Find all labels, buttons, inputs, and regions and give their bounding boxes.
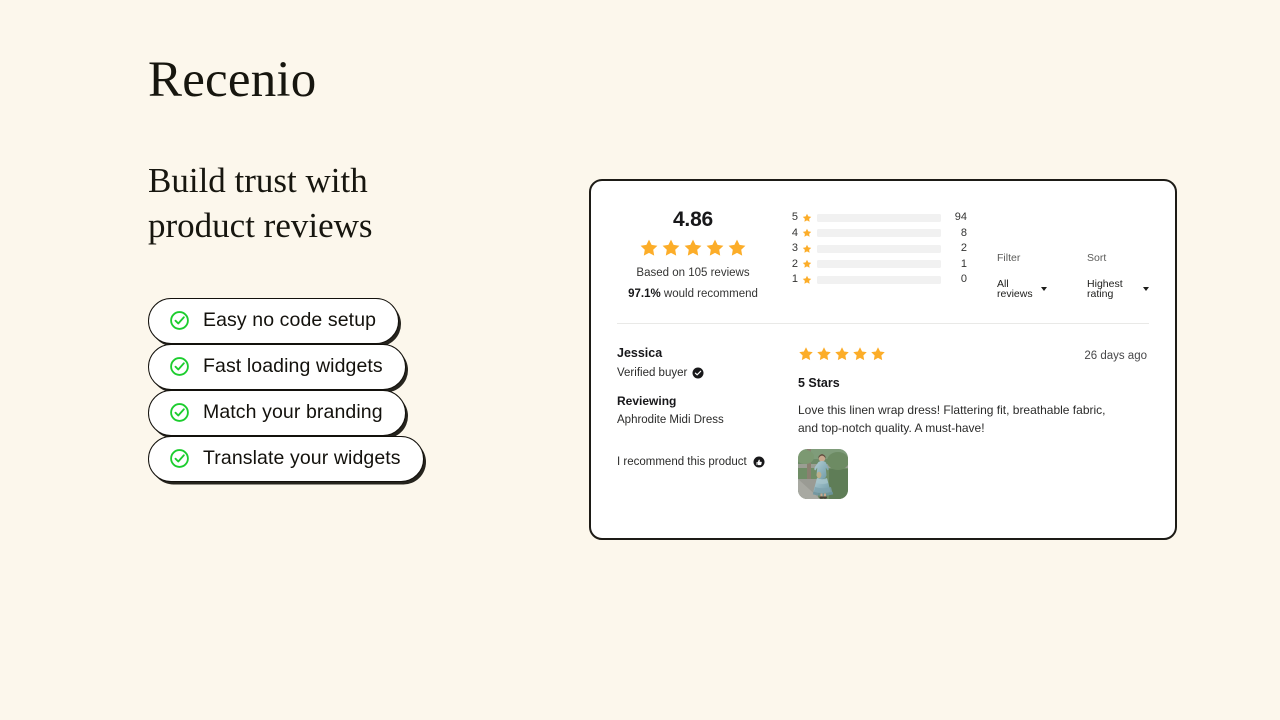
review-rating-stars [798,346,886,362]
star-icon [852,346,868,362]
review-date: 26 days ago [1084,349,1147,362]
histogram-star-label: 5 [791,211,798,224]
histogram-bar-track [817,229,941,238]
histogram-star-label: 4 [791,226,798,239]
recommend-percent-value: 97.1% [628,287,661,300]
brand-title: Recenio [148,52,317,108]
feature-pill-row: Fast loading widgets [148,344,424,390]
histogram-row-5[interactable]: 5 94 [789,210,967,226]
star-icon [802,213,812,223]
average-score-block: 4.86 Based on 105 reviews 97.1% would re… [617,208,769,302]
sort-dropdown-value: Highest rating [1087,277,1123,300]
sort-dropdown[interactable]: Highest rating [1087,277,1149,300]
histogram-bar-track [817,244,941,253]
recommend-percent-text: 97.1% would recommend [617,287,769,302]
recommend-label: I recommend this product [617,456,747,469]
thumbs-up-icon [753,456,765,468]
sort-label: Sort [1087,252,1107,264]
histogram-count: 2 [960,242,967,255]
check-circle-icon [169,402,190,423]
verified-buyer-row: Verified buyer [617,366,789,380]
star-icon [639,238,659,258]
verified-badge-icon [692,367,704,379]
histogram-star-label: 3 [791,242,798,255]
rating-summary: 4.86 Based on 105 reviews 97.1% would re… [591,181,1175,302]
histogram-star-label: 1 [791,273,798,286]
filter-dropdown[interactable]: All reviews [997,277,1048,300]
histogram-star-label: 2 [791,257,798,270]
reviewing-label: Reviewing [617,393,677,408]
average-score-stars [617,238,769,258]
review-body: Love this linen wrap dress! Flattering f… [798,403,1106,435]
review-content: 26 days ago 5 Stars Love this linen wrap… [789,346,1149,499]
histogram-row-1[interactable]: 1 0 [789,272,967,288]
marketing-panel: Recenio Build trust with product reviews… [148,52,568,482]
reviewer-info: Jessica Verified buyer Reviewing Aphrodi… [617,346,789,499]
star-icon [834,346,850,362]
histogram-bar-track [817,260,941,269]
star-icon [802,244,812,254]
review-item: Jessica Verified buyer Reviewing Aphrodi… [591,324,1175,499]
star-icon [798,346,814,362]
histogram-count: 1 [960,257,967,270]
histogram-count: 8 [960,226,967,239]
histogram-row-4[interactable]: 4 8 [789,226,967,242]
feature-pill-easy-no-code-setup[interactable]: Easy no code setup [148,298,400,344]
feature-pill-fast-loading-widgets[interactable]: Fast loading widgets [148,344,406,390]
verified-buyer-label: Verified buyer [617,366,688,379]
star-icon [683,238,703,258]
feature-pill-row: Easy no code setup [148,298,424,344]
feature-pill-label: Match your branding [203,400,383,423]
recommend-row: I recommend this product [617,455,789,469]
chevron-down-icon [1143,287,1149,291]
histogram-count: 0 [960,273,967,286]
average-score-value: 4.86 [672,208,714,231]
star-icon [802,259,812,269]
reviewed-product-name[interactable]: Aphrodite Midi Dress [617,413,789,427]
review-photo-thumbnail[interactable] [798,449,848,499]
sort-control: Sort Highest rating [1087,253,1149,300]
reviewer-name: Jessica [617,345,663,360]
feature-pill-match-your-branding[interactable]: Match your branding [148,390,406,436]
check-circle-icon [169,356,190,377]
star-icon [661,238,681,258]
page-headline: Build trust with product reviews [148,161,373,245]
review-widget-card: 4.86 Based on 105 reviews 97.1% would re… [589,179,1177,540]
star-icon [705,238,725,258]
feature-pill-label: Easy no code setup [203,308,377,331]
star-icon [870,346,886,362]
feature-pill-list: Easy no code setup Fast loading widgets [148,298,424,482]
histogram-count: 94 [954,211,967,224]
review-count-text: Based on 105 reviews [636,267,750,279]
recommend-percent-label: would recommend [663,287,758,300]
star-icon [816,346,832,362]
star-icon [802,275,812,285]
filter-control: Filter All reviews [997,252,1048,300]
check-circle-icon [169,310,190,331]
histogram-bar-track [817,275,941,284]
rating-histogram: 5 94 4 8 3 2 2 1 1 0 [789,208,967,288]
review-title: 5 Stars [798,376,840,391]
check-circle-icon [169,448,190,469]
review-header: 26 days ago [798,346,1149,363]
star-icon [802,228,812,238]
feature-pill-translate-your-widgets[interactable]: Translate your widgets [148,436,424,482]
feature-pill-row: Match your branding [148,390,424,436]
feature-pill-row: Translate your widgets [148,436,424,482]
feature-pill-label: Fast loading widgets [203,354,383,377]
feature-pill-label: Translate your widgets [203,446,401,469]
review-controls: Filter All reviews Sort Highest rating [967,208,1149,300]
histogram-row-2[interactable]: 2 1 [789,257,967,273]
histogram-row-3[interactable]: 3 2 [789,241,967,257]
filter-dropdown-value: All reviews [997,277,1033,300]
histogram-bar-track [817,213,941,222]
star-icon [727,238,747,258]
chevron-down-icon [1041,287,1048,291]
filter-label: Filter [997,252,1021,264]
